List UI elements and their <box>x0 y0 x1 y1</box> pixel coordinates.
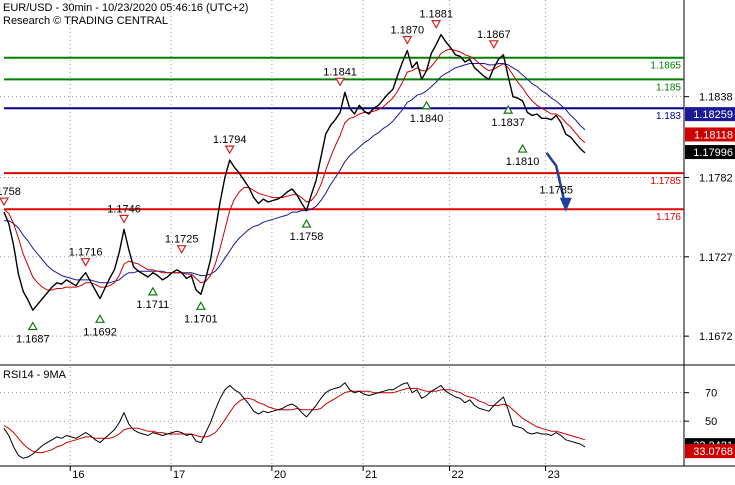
price-tag-label: 1.17996 <box>693 147 733 159</box>
swing-high-label: 1.1881 <box>419 9 453 21</box>
price-tag-label: 33.0768 <box>693 446 733 458</box>
chart-svg: 1.1865 1.185 1.183 1.1785 1.176 1.1758 1.1687… <box>0 0 735 481</box>
swing-high-label: 1.1870 <box>391 24 425 36</box>
swing-high-label: 1.1716 <box>69 247 103 259</box>
swing-high-label: 1.1841 <box>323 66 357 78</box>
level-label: 1.176 <box>656 212 681 223</box>
x-tick-label: 22 <box>452 469 464 480</box>
swing-low-label: 1.1701 <box>184 313 218 325</box>
rsi-title: RSI14 - 9MA <box>3 369 67 381</box>
x-tick-label: 23 <box>548 469 560 480</box>
target-label: 1.1785 <box>539 184 573 196</box>
swing-low-label: 1.1687 <box>16 334 50 346</box>
level-label: 1.185 <box>656 82 681 93</box>
y-tick-label: 1.1782 <box>699 172 733 184</box>
x-tick-label: 21 <box>365 469 377 480</box>
swing-high-label: 1.1794 <box>213 134 247 146</box>
chart-background <box>0 0 735 480</box>
chart-title: EUR/USD - 30min - 10/23/2020 05:46:16 (U… <box>3 2 248 14</box>
swing-low-label: 1.1711 <box>136 299 169 311</box>
level-label: 1.183 <box>656 111 681 122</box>
swing-high-label: 1.1725 <box>165 234 199 246</box>
swing-high-label: 1.1758 <box>0 186 21 198</box>
swing-low-label: 1.1758 <box>290 231 324 243</box>
rsi-tick-label: 50 <box>705 416 717 428</box>
rsi-tick-label: 70 <box>705 388 717 400</box>
y-tick-label: 1.1838 <box>699 92 733 104</box>
x-tick-label: 20 <box>274 469 286 480</box>
x-tick-label: 17 <box>173 469 185 480</box>
swing-low-label: 1.1840 <box>410 113 444 125</box>
chart-root: 1.1865 1.185 1.183 1.1785 1.176 1.1758 1.1687… <box>0 0 735 481</box>
swing-high-label: 1.1746 <box>107 203 141 215</box>
x-tick-label: 16 <box>72 469 84 480</box>
y-tick-label: 1.1727 <box>699 252 733 264</box>
price-tag-label: 1.18118 <box>694 129 733 141</box>
level-label: 1.1865 <box>650 61 681 72</box>
y-tick-label: 1.1672 <box>699 331 733 343</box>
level-label: 1.1785 <box>650 176 681 187</box>
swing-low-label: 1.1692 <box>83 326 117 338</box>
swing-low-label: 1.1837 <box>491 117 525 129</box>
price-tag-label: 1.18259 <box>693 109 733 121</box>
chart-subtitle: Research © TRADING CENTRAL <box>3 15 168 27</box>
swing-low-label: 1.1810 <box>506 156 540 168</box>
swing-high-label: 1.1867 <box>477 29 511 41</box>
